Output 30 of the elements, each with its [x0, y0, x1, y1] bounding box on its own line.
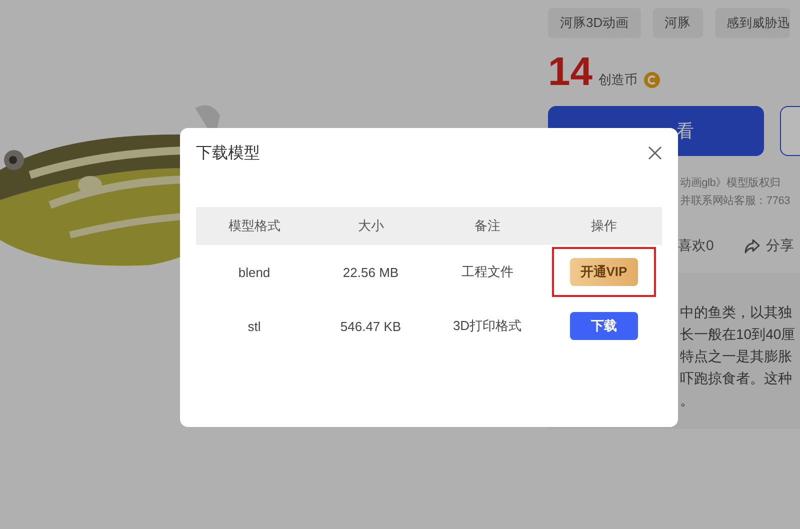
- price-unit: 创造币: [598, 71, 638, 89]
- table-cell: 工程文件: [429, 245, 546, 299]
- description-text: 。: [680, 391, 695, 410]
- tag-chip[interactable]: 河豚3D动画: [548, 8, 641, 38]
- column-header: 操作: [546, 207, 662, 245]
- close-icon[interactable]: [648, 146, 662, 160]
- price-amount: 14: [548, 52, 592, 92]
- table-cell: 22.56 MB: [312, 245, 429, 299]
- description-text: 吓跑掠食者。这种: [680, 369, 793, 388]
- share-link[interactable]: 分享: [766, 237, 794, 255]
- table-cell: blend: [196, 245, 312, 299]
- description-text: 特点之一是其膨胀: [680, 347, 793, 366]
- tag-chip[interactable]: 河豚: [652, 8, 703, 38]
- table-cell-text: stl: [246, 318, 262, 336]
- description-text: 长一般在10到40厘: [680, 325, 796, 344]
- download-button[interactable]: 下载: [570, 312, 638, 340]
- copyright-text: 并联系网站客服：7763: [680, 194, 792, 209]
- table-cell-text: 3D打印格式: [452, 317, 523, 335]
- copyright-text: 动画glb》模型版权归: [680, 176, 782, 191]
- dialog-title: 下载模型: [196, 144, 260, 164]
- coin-icon: [644, 72, 660, 88]
- like-link[interactable]: 喜欢0: [678, 237, 714, 255]
- table-cell-text: 546.47 KB: [339, 318, 402, 336]
- column-header: 大小: [312, 207, 429, 245]
- share-icon[interactable]: [744, 238, 760, 254]
- tag-chip[interactable]: 感到威胁迅: [714, 8, 790, 38]
- vip-button[interactable]: 开通VIP: [570, 258, 638, 286]
- description-text: 中的鱼类，以其独: [680, 303, 793, 322]
- column-header: 备注: [429, 207, 546, 245]
- column-header: 模型格式: [196, 207, 312, 245]
